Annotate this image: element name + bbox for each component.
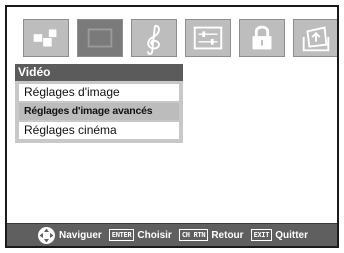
setup-tab[interactable] <box>293 19 337 57</box>
setup-tray-icon <box>302 26 330 52</box>
tv-menu-screen: Vidéo Réglages d'image Réglages d'image … <box>5 5 339 248</box>
locks-tab[interactable] <box>239 19 285 57</box>
menu-title: Vidéo <box>15 64 183 81</box>
picture-screen-icon <box>87 28 113 48</box>
directional-pad-icon <box>38 226 55 244</box>
treble-clef-icon <box>147 24 160 55</box>
audio-tab[interactable] <box>131 19 177 57</box>
video-menu-panel: Vidéo Réglages d'image Réglages d'image … <box>15 64 183 143</box>
return-hint-label: Retour <box>211 229 244 241</box>
preferences-tab[interactable] <box>185 19 231 57</box>
navigate-hint-label: Naviguer <box>59 229 102 241</box>
exit-hint-label: Quitter <box>275 229 309 241</box>
puzzle-pieces-icon <box>33 29 57 47</box>
exit-key-badge: EXIT <box>250 229 273 241</box>
menu-list: Réglages d'image Réglages d'image avancé… <box>15 81 183 143</box>
slider-panel-icon <box>193 26 223 50</box>
settings-tab[interactable] <box>23 19 69 57</box>
menu-item-advanced-picture-settings[interactable]: Réglages d'image avancés <box>19 103 179 120</box>
menu-item-cinema-settings[interactable]: Réglages cinéma <box>19 122 179 139</box>
select-hint-label: Choisir <box>137 229 172 241</box>
padlock-icon <box>252 25 272 50</box>
menu-item-picture-settings[interactable]: Réglages d'image <box>19 84 179 101</box>
button-hint-bar: Naviguer ENTER Choisir CH RTN Retour EXI… <box>7 223 337 246</box>
menu-category-bar <box>23 19 337 59</box>
picture-tab[interactable] <box>77 19 123 57</box>
return-key-badge: CH RTN <box>178 229 209 241</box>
enter-key-badge: ENTER <box>108 229 135 241</box>
